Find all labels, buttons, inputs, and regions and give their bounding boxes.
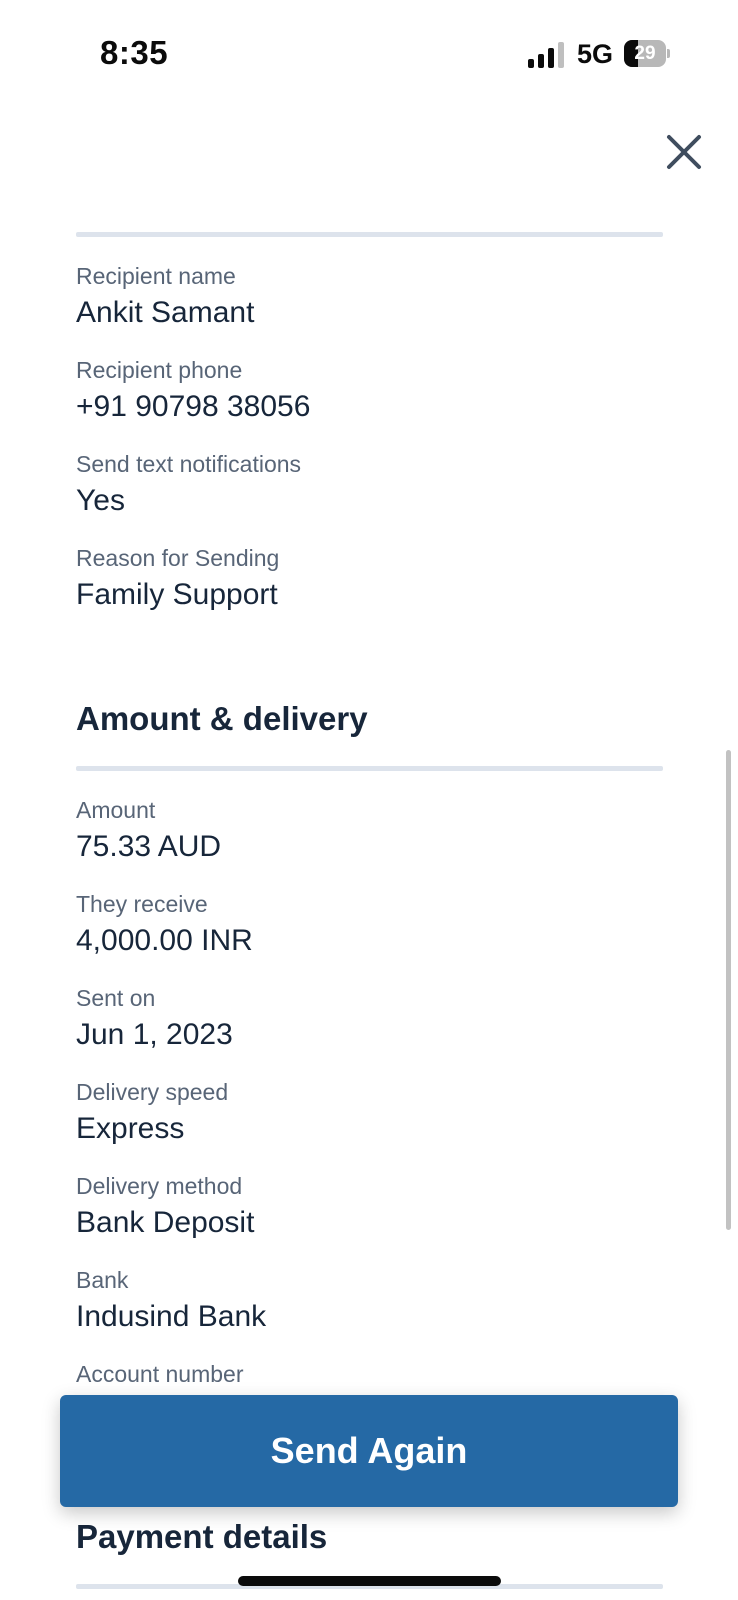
- field-value: Jun 1, 2023: [76, 1018, 233, 1051]
- recipient-name-field: Recipient name Ankit Samant: [76, 262, 663, 332]
- amount-field: Amount 75.33 AUD: [76, 796, 663, 866]
- field-value: Indusind Bank: [76, 1300, 267, 1333]
- field-value: 75.33 AUD: [76, 830, 222, 863]
- they-receive-field: They receive 4,000.00 INR: [76, 890, 663, 960]
- section-divider: [76, 766, 663, 771]
- recipient-phone-field: Recipient phone +91 90798 38056: [76, 356, 663, 426]
- home-indicator[interactable]: [238, 1576, 501, 1586]
- field-label: Send text notifications: [76, 451, 302, 477]
- close-button[interactable]: [664, 132, 704, 172]
- delivery-method-field: Delivery method Bank Deposit: [76, 1172, 663, 1242]
- field-label: Recipient name: [76, 263, 236, 289]
- field-label: Account number: [76, 1361, 244, 1387]
- field-label: Recipient phone: [76, 357, 243, 383]
- amount-delivery-title: Amount & delivery: [76, 700, 368, 737]
- payment-details-title: Payment details: [76, 1518, 328, 1555]
- reason-field: Reason for Sending Family Support: [76, 544, 663, 614]
- send-again-button[interactable]: Send Again: [60, 1395, 678, 1507]
- transfer-details-screen: 8:35 5G 29 Recipient name Ankit Samant R…: [0, 0, 738, 1600]
- field-label: Amount: [76, 797, 156, 823]
- field-value: +91 90798 38056: [76, 390, 311, 423]
- field-value: Yes: [76, 484, 125, 517]
- field-label: Delivery speed: [76, 1079, 229, 1105]
- field-value: Family Support: [76, 578, 278, 611]
- field-label: Sent on: [76, 985, 156, 1011]
- close-icon: [667, 135, 701, 169]
- bank-field: Bank Indusind Bank: [76, 1266, 663, 1336]
- field-value: Bank Deposit: [76, 1206, 255, 1239]
- sent-on-field: Sent on Jun 1, 2023: [76, 984, 663, 1054]
- status-time: 8:35: [100, 34, 169, 71]
- field-label: Delivery method: [76, 1173, 243, 1199]
- battery-icon: 29: [624, 40, 670, 67]
- field-label: Reason for Sending: [76, 545, 280, 571]
- field-value: Express: [76, 1112, 185, 1145]
- field-label: They receive: [76, 891, 208, 917]
- section-divider: [76, 232, 663, 237]
- account-number-field: Account number: [76, 1360, 663, 1392]
- network-type: 5G: [577, 39, 614, 69]
- scrollbar[interactable]: [726, 750, 731, 1230]
- text-notifications-field: Send text notifications Yes: [76, 450, 663, 520]
- delivery-speed-field: Delivery speed Express: [76, 1078, 663, 1148]
- field-label: Bank: [76, 1267, 129, 1293]
- battery-level: 29: [634, 43, 656, 64]
- field-value: 4,000.00 INR: [76, 924, 253, 957]
- field-value: Ankit Samant: [76, 296, 255, 329]
- cellular-signal-icon: [528, 42, 566, 68]
